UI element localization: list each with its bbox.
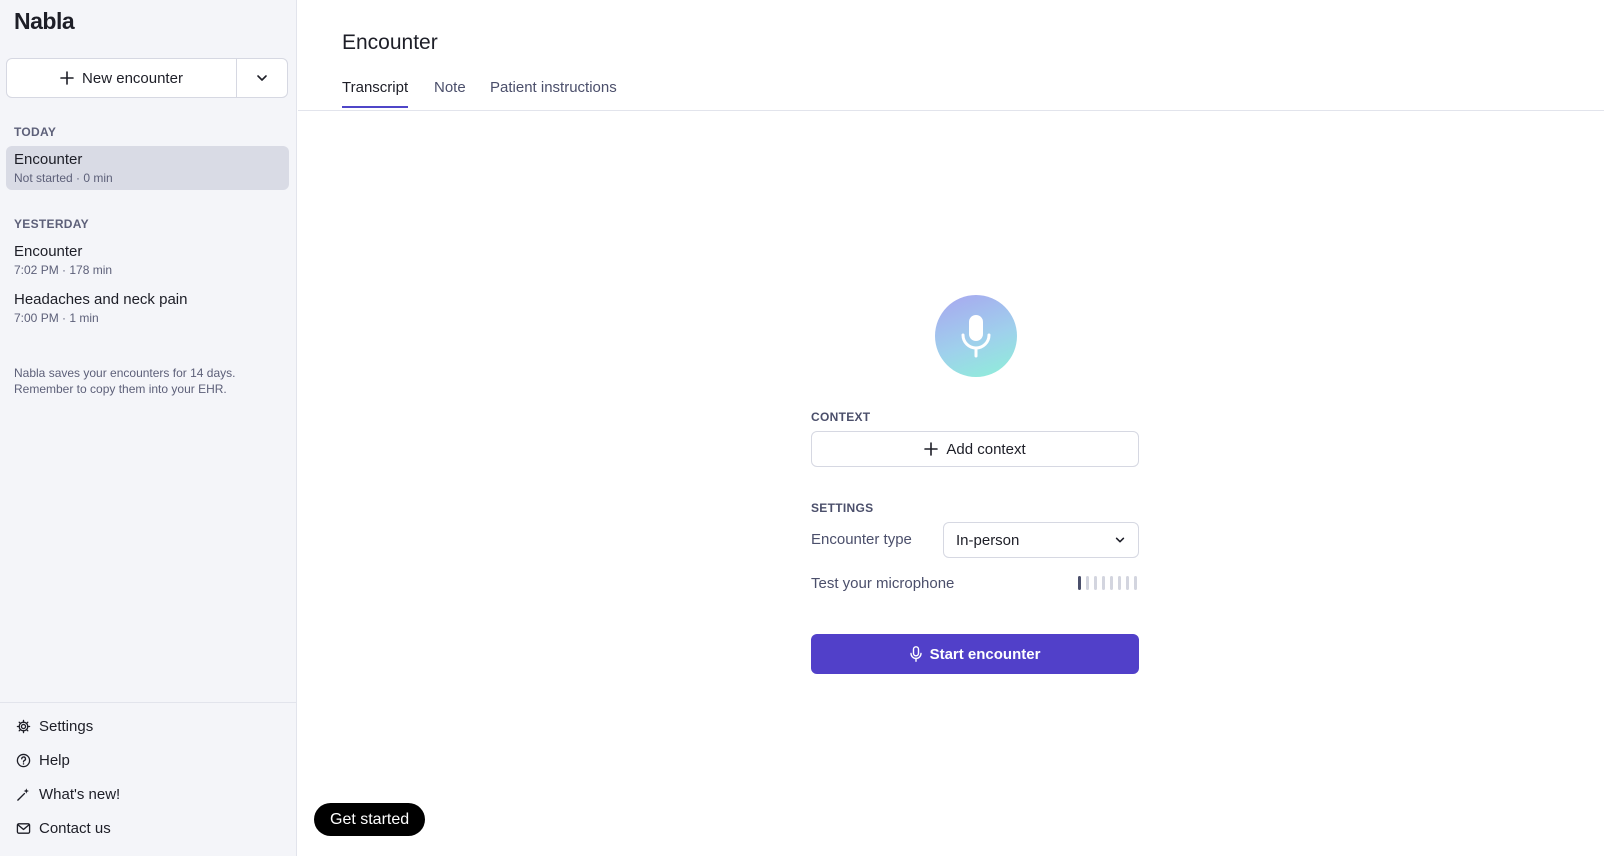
encounter-list-item[interactable]: Encounter Not started · 0 min	[6, 146, 289, 190]
contact-us-label: Contact us	[39, 820, 111, 837]
plus-icon	[60, 71, 74, 85]
tab-bar: Transcript Note Patient instructions	[298, 70, 1604, 111]
microphone-icon	[909, 646, 922, 662]
sidebar: Nabla New encounter TODAY Encounter Not …	[0, 0, 297, 856]
tab-note[interactable]: Note	[434, 79, 466, 106]
get-started-button[interactable]: Get started	[314, 803, 426, 836]
help-label: Help	[39, 752, 70, 769]
mic-level-segment	[1086, 576, 1089, 590]
add-context-label: Add context	[946, 440, 1026, 458]
sidebar-footer	[0, 702, 296, 703]
encounter-list-item[interactable]: Encounter 7:02 PM · 178 min	[6, 238, 289, 282]
mic-level-segment	[1134, 576, 1137, 590]
encounter-item-title: Encounter	[14, 151, 83, 168]
gear-icon	[16, 719, 31, 734]
contact-us-link[interactable]: Contact us	[16, 820, 111, 837]
new-encounter-dropdown[interactable]	[236, 59, 287, 97]
context-label: CONTEXT	[811, 410, 871, 424]
plus-icon	[924, 442, 939, 456]
tab-transcript[interactable]: Transcript	[342, 79, 409, 108]
help-circle-icon	[16, 753, 31, 768]
sparkle-icon	[17, 788, 29, 801]
add-context-button[interactable]: Add context	[811, 431, 1139, 467]
main-panel: Encounter Transcript Note Patient instru…	[298, 0, 1604, 856]
help-link[interactable]: Help	[16, 752, 70, 769]
encounter-item-title: Headaches and neck pain	[14, 291, 188, 308]
start-encounter-label: Start encounter	[929, 645, 1041, 663]
whats-new-label: What's new!	[39, 786, 121, 803]
retention-note: Nabla saves your encounters for 14 days.…	[14, 366, 236, 396]
settings-label: Settings	[39, 718, 94, 735]
encounter-item-title: Encounter	[14, 243, 83, 260]
mic-level-segment	[1078, 576, 1081, 590]
app-logo: Nabla	[14, 8, 75, 34]
chevron-down-icon	[257, 75, 267, 81]
microphone-level-meter	[1078, 576, 1137, 590]
encounter-type-value: In-person	[956, 531, 1020, 549]
microphone-icon	[961, 315, 991, 358]
microphone-badge	[935, 295, 1017, 377]
section-label-yesterday: YESTERDAY	[14, 217, 89, 231]
settings-section-label: SETTINGS	[811, 501, 874, 515]
page-title: Encounter	[342, 31, 438, 54]
encounter-item-subtitle: 7:00 PM · 1 min	[14, 311, 99, 325]
encounter-type-label: Encounter type	[811, 531, 912, 548]
encounter-item-subtitle: 7:02 PM · 178 min	[14, 263, 113, 277]
whats-new-link[interactable]: What's new!	[16, 786, 120, 803]
new-encounter-label: New encounter	[82, 69, 183, 87]
test-microphone-label: Test your microphone	[811, 575, 955, 592]
mic-level-segment	[1126, 576, 1129, 590]
mic-level-segment	[1110, 576, 1113, 590]
new-encounter-split-button: New encounter	[6, 58, 288, 98]
encounter-list-item[interactable]: Headaches and neck pain 7:00 PM · 1 min	[6, 286, 289, 330]
settings-link[interactable]: Settings	[16, 718, 93, 735]
encounter-item-subtitle: Not started · 0 min	[14, 171, 113, 185]
encounter-type-select[interactable]: In-person	[943, 522, 1139, 558]
section-label-today: TODAY	[14, 125, 57, 139]
start-encounter-button[interactable]: Start encounter	[811, 634, 1139, 674]
new-encounter-button[interactable]: New encounter	[7, 59, 236, 97]
mic-level-segment	[1102, 576, 1105, 590]
mic-level-segment	[1094, 576, 1097, 590]
mail-icon	[16, 823, 31, 834]
chevron-down-icon	[1115, 537, 1125, 543]
mic-level-segment	[1118, 576, 1121, 590]
tab-patient-instructions[interactable]: Patient instructions	[490, 79, 617, 106]
